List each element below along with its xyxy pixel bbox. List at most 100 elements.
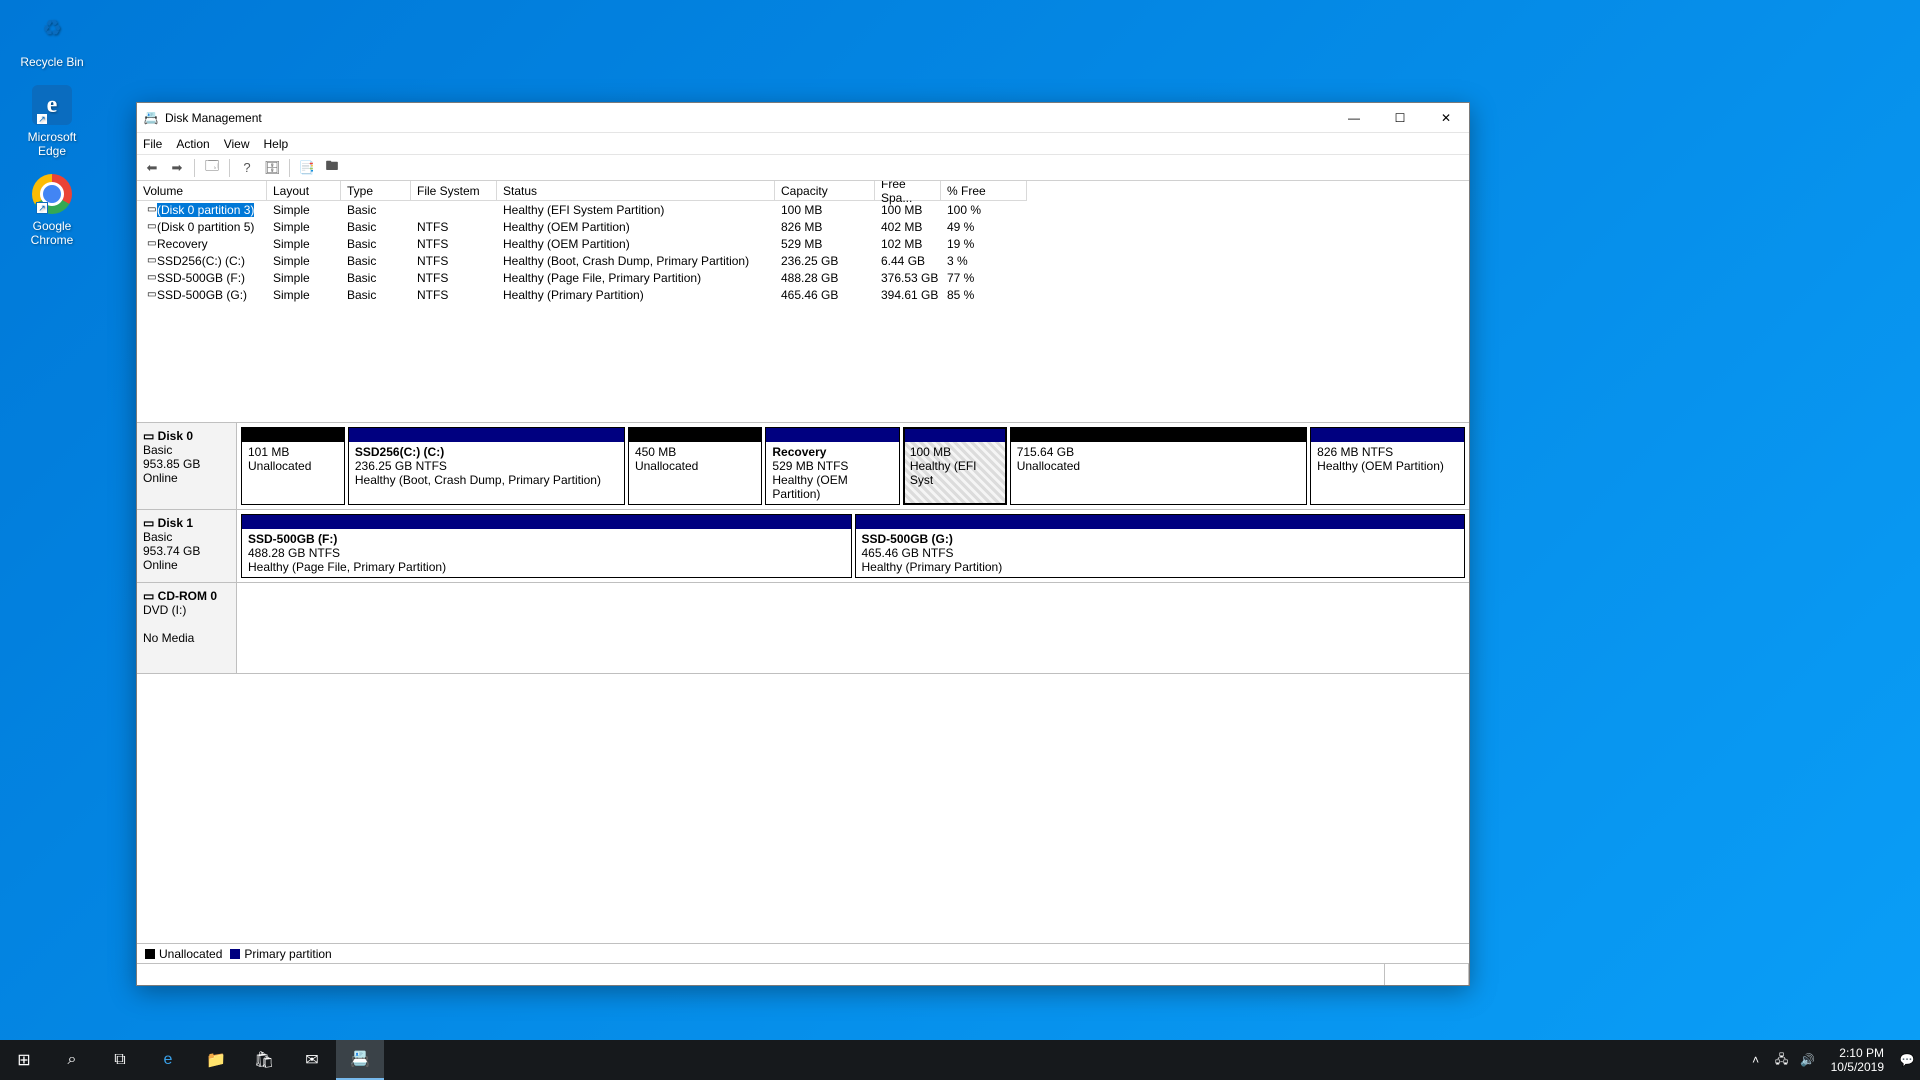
disk-header[interactable]: ▭ Disk 0Basic953.85 GBOnline (137, 423, 237, 509)
menu-action[interactable]: Action (176, 137, 209, 151)
volume-name: (Disk 0 partition 3) (157, 203, 254, 217)
desktop-icon-edge[interactable]: e↗ Microsoft Edge (14, 83, 90, 158)
disk-size: 953.74 GB (143, 544, 200, 558)
volume-row[interactable]: ▭(Disk 0 partition 5)SimpleBasicNTFSHeal… (137, 218, 1469, 235)
volume-icon: ▭ (143, 255, 157, 266)
volume-capacity: 826 MB (775, 218, 875, 235)
search-button[interactable]: ⌕ (48, 1040, 96, 1080)
action-center-icon[interactable]: 💬 (1894, 1053, 1920, 1067)
volume-fs: NTFS (411, 269, 497, 286)
volume-free: 402 MB (875, 218, 941, 235)
disk-partitions: SSD-500GB (F:)488.28 GB NTFSHealthy (Pag… (237, 510, 1469, 582)
volume-free: 394.61 GB (875, 286, 941, 303)
refresh-button[interactable]: 🗔 (201, 157, 223, 179)
col-type[interactable]: Type (341, 181, 411, 201)
col-freespace[interactable]: Free Spa... (875, 181, 941, 201)
partition-size: 715.64 GB (1017, 445, 1074, 459)
disk-graphical-pane[interactable]: ▭ Disk 0Basic953.85 GBOnline101 MBUnallo… (137, 423, 1469, 943)
clock-date: 10/5/2019 (1831, 1060, 1884, 1074)
forward-button[interactable]: ➡ (166, 157, 188, 179)
col-layout[interactable]: Layout (267, 181, 341, 201)
desktop-icon-recycle-bin[interactable]: Recycle Bin (14, 8, 90, 69)
menu-help[interactable]: Help (264, 137, 289, 151)
col-pctfree[interactable]: % Free (941, 181, 1027, 201)
disk-type: DVD (I:) (143, 603, 186, 617)
partition[interactable]: SSD-500GB (F:)488.28 GB NTFSHealthy (Pag… (241, 514, 852, 578)
partition[interactable]: 100 MBHealthy (EFI Syst (903, 427, 1007, 505)
taskbar-mail[interactable]: ✉ (288, 1040, 336, 1080)
desktop-icon-chrome[interactable]: ↗ Google Chrome (14, 172, 90, 247)
taskbar-edge[interactable]: e (144, 1040, 192, 1080)
volume-row[interactable]: ▭SSD256(C:) (C:)SimpleBasicNTFSHealthy (… (137, 252, 1469, 269)
window-title: Disk Management (165, 111, 262, 125)
desktop-icon-label: Recycle Bin (20, 55, 83, 69)
taskbar-clock[interactable]: 2:10 PM 10/5/2019 (1821, 1046, 1894, 1074)
volume-layout: Simple (267, 218, 341, 235)
col-filesystem[interactable]: File System (411, 181, 497, 201)
tray-network-icon[interactable]: 🖧 (1769, 1050, 1795, 1071)
partition-size: 450 MB (635, 445, 676, 459)
back-button[interactable]: ⬅ (141, 157, 163, 179)
maximize-button[interactable]: ☐ (1377, 103, 1423, 133)
volume-layout: Simple (267, 235, 341, 252)
start-button[interactable]: ⊞ (0, 1040, 48, 1080)
volume-free: 102 MB (875, 235, 941, 252)
col-capacity[interactable]: Capacity (775, 181, 875, 201)
col-status[interactable]: Status (497, 181, 775, 201)
volume-list-pane[interactable]: Volume Layout Type File System Status Ca… (137, 181, 1469, 423)
taskbar-store[interactable]: 🛍 (240, 1040, 288, 1080)
tray-overflow-icon[interactable]: ˄ (1743, 1053, 1769, 1067)
partition-title: Recovery (772, 445, 826, 459)
partition-body: 450 MBUnallocated (629, 442, 761, 504)
volume-status: Healthy (EFI System Partition) (497, 201, 775, 218)
volume-name: SSD256(C:) (C:) (157, 254, 245, 268)
partition-color-bar (242, 428, 344, 442)
partition-status: Healthy (OEM Partition) (772, 473, 847, 501)
minimize-button[interactable]: — (1331, 103, 1377, 133)
volume-row[interactable]: ▭(Disk 0 partition 3)SimpleBasicHealthy … (137, 201, 1469, 218)
partition[interactable]: 715.64 GBUnallocated (1010, 427, 1307, 505)
separator (194, 159, 195, 177)
partition-status: Healthy (Page File, Primary Partition) (248, 560, 446, 574)
app-icon: 📇 (143, 110, 159, 126)
disk-list-button[interactable]: 📑 (296, 157, 318, 179)
partition-color-bar (629, 428, 761, 442)
task-view-button[interactable]: ⧉ (96, 1040, 144, 1080)
disk-header[interactable]: ▭ Disk 1Basic953.74 GBOnline (137, 510, 237, 582)
volume-row[interactable]: ▭SSD-500GB (F:)SimpleBasicNTFSHealthy (P… (137, 269, 1469, 286)
volume-status: Healthy (Primary Partition) (497, 286, 775, 303)
clock-time: 2:10 PM (1831, 1046, 1884, 1060)
titlebar[interactable]: 📇 Disk Management — ☐ ✕ (137, 103, 1469, 133)
volume-list-header[interactable]: Volume Layout Type File System Status Ca… (137, 181, 1469, 201)
menu-file[interactable]: File (143, 137, 162, 151)
properties-button[interactable]: 🗄 (261, 157, 283, 179)
volume-row[interactable]: ▭RecoverySimpleBasicNTFSHealthy (OEM Par… (137, 235, 1469, 252)
partition[interactable]: 826 MB NTFSHealthy (OEM Partition) (1310, 427, 1465, 505)
disk-header[interactable]: ▭ CD-ROM 0DVD (I:)No Media (137, 583, 237, 673)
partition[interactable]: 450 MBUnallocated (628, 427, 762, 505)
menu-view[interactable]: View (224, 137, 250, 151)
taskbar: ⊞ ⌕ ⧉ e 📁 🛍 ✉ 📇 ˄ 🖧 🔊 2:10 PM 10/5/2019 … (0, 1040, 1920, 1080)
legend: Unallocated Primary partition (137, 943, 1469, 963)
volume-status: Healthy (OEM Partition) (497, 235, 775, 252)
taskbar-disk-management[interactable]: 📇 (336, 1040, 384, 1080)
volume-row[interactable]: ▭SSD-500GB (G:)SimpleBasicNTFSHealthy (P… (137, 286, 1469, 303)
close-button[interactable]: ✕ (1423, 103, 1469, 133)
partition[interactable]: SSD256(C:) (C:)236.25 GB NTFSHealthy (Bo… (348, 427, 625, 505)
volume-capacity: 236.25 GB (775, 252, 875, 269)
partition[interactable]: SSD-500GB (G:)465.46 GB NTFSHealthy (Pri… (855, 514, 1466, 578)
partition-body: 826 MB NTFSHealthy (OEM Partition) (1311, 442, 1464, 504)
partition[interactable]: 101 MBUnallocated (241, 427, 345, 505)
partition[interactable]: Recovery529 MB NTFSHealthy (OEM Partitio… (765, 427, 899, 505)
volume-name: Recovery (157, 237, 208, 251)
graphical-view-button[interactable]: 🖿 (321, 157, 343, 179)
taskbar-explorer[interactable]: 📁 (192, 1040, 240, 1080)
partition-size: 826 MB NTFS (1317, 445, 1393, 459)
volume-type: Basic (341, 252, 411, 269)
help-button[interactable]: ? (236, 157, 258, 179)
volume-pctfree: 85 % (941, 286, 1027, 303)
tray-volume-icon[interactable]: 🔊 (1795, 1053, 1821, 1067)
volume-layout: Simple (267, 286, 341, 303)
col-volume[interactable]: Volume (137, 181, 267, 201)
partition-color-bar (242, 515, 851, 529)
